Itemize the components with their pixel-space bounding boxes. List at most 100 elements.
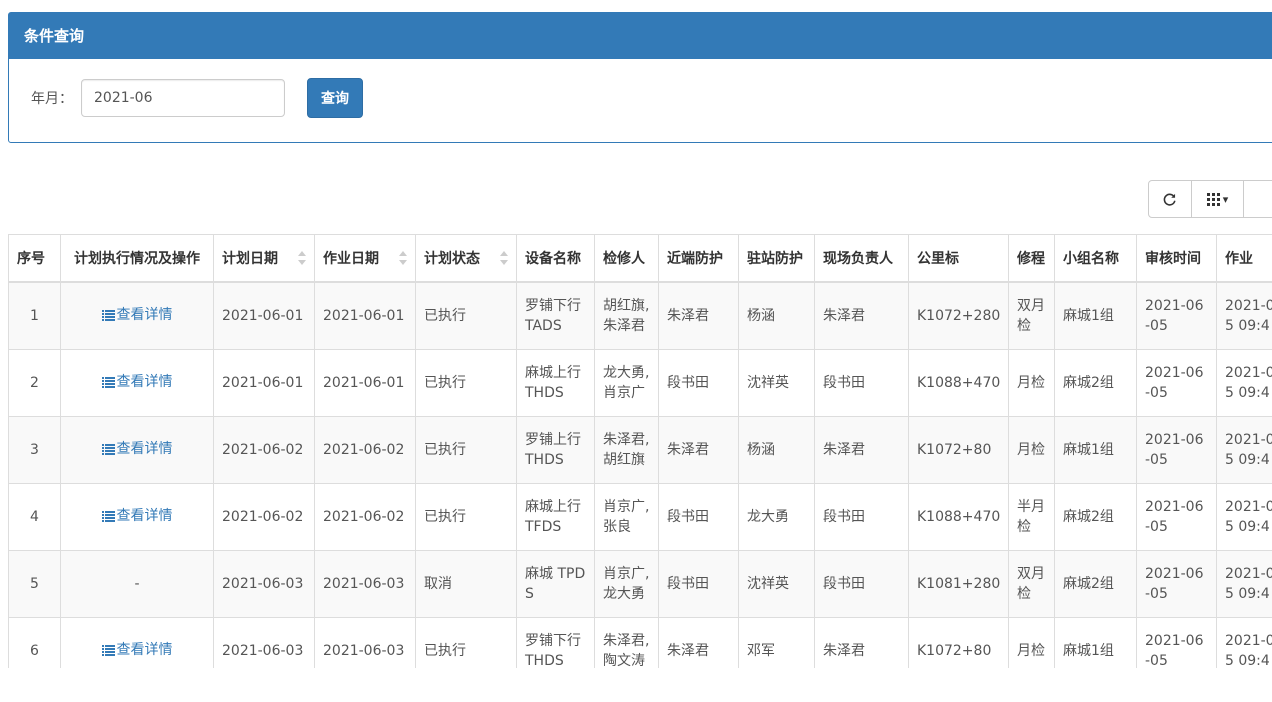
cell-group-name: 麻城1组 — [1054, 617, 1137, 668]
table-toolbar: ▾ — [1148, 180, 1272, 218]
column-header-label: 驻站防护 — [747, 251, 803, 267]
column-header-label: 小组名称 — [1063, 251, 1119, 267]
panel-title: 条件查询 — [9, 13, 1272, 59]
cell-action: 查看详情 — [60, 349, 214, 417]
cell-work-time: 2021-06-05 09:4 — [1216, 349, 1272, 417]
cell-station-guard: 邓军 — [738, 617, 815, 668]
table-body: 1 查看详情 2021-06-01 2021-06-01 已执行 罗铺下行 TADS 胡红旗… — [8, 281, 1272, 668]
refresh-button[interactable] — [1148, 180, 1192, 218]
query-panel: 条件查询 年月： 查询 — [8, 12, 1272, 143]
cell-index: 3 — [8, 416, 61, 484]
list-icon — [101, 309, 115, 321]
cell-site-leader: 段书田 — [814, 550, 909, 618]
cell-audit-time: 2021-06-05 — [1136, 617, 1217, 668]
col-header-station-guard: 驻站防护 — [738, 234, 815, 283]
cell-repair-course: 双月检 — [1008, 550, 1055, 618]
col-header-audit-time: 审核时间 — [1136, 234, 1217, 283]
cell-action: 查看详情 — [60, 617, 214, 668]
cell-repairer: 胡红旗,朱泽君 — [594, 281, 659, 350]
cell-device-name: 麻城上行 THDS — [516, 349, 595, 417]
table-row: 2 查看详情 2021-06-01 2021-06-01 已执行 麻城上行 THDS 龙大勇… — [8, 349, 1272, 417]
cell-work-time: 2021-06-05 09:4 — [1216, 416, 1272, 484]
columns-toggle-button[interactable]: ▾ — [1192, 180, 1244, 218]
cell-near-guard: 朱泽君 — [658, 617, 739, 668]
col-header-work-date[interactable]: 作业日期 — [314, 234, 416, 283]
chevron-down-icon: ▾ — [1222, 192, 1229, 206]
view-details-link[interactable]: 查看详情 — [101, 305, 173, 325]
year-month-label: 年月： — [31, 91, 73, 107]
cell-device-name: 罗铺下行 THDS — [516, 617, 595, 668]
column-header-label: 作业 — [1225, 251, 1253, 267]
col-header-near-guard: 近端防护 — [658, 234, 739, 283]
sort-icon[interactable] — [399, 251, 407, 265]
col-header-repairer: 检修人 — [594, 234, 659, 283]
cell-near-guard: 段书田 — [658, 349, 739, 417]
view-details-link[interactable]: 查看详情 — [101, 640, 173, 660]
sort-icon[interactable] — [500, 251, 508, 265]
cell-repair-course: 月检 — [1008, 416, 1055, 484]
cell-plan-date: 2021-06-02 — [213, 416, 315, 484]
cell-group-name: 麻城1组 — [1054, 281, 1137, 350]
table-row: 4 查看详情 2021-06-02 2021-06-02 已执行 麻城上行 TFDS 肖京广… — [8, 483, 1272, 551]
cell-audit-time: 2021-06-05 — [1136, 550, 1217, 618]
cell-repair-course: 半月检 — [1008, 483, 1055, 551]
column-header-label: 近端防护 — [667, 251, 723, 267]
cell-work-time: 2021-06-05 09:4 — [1216, 483, 1272, 551]
column-header-label: 公里标 — [917, 251, 959, 267]
cell-work-date: 2021-06-01 — [314, 281, 416, 350]
view-details-link[interactable]: 查看详情 — [101, 506, 173, 526]
cell-repairer: 朱泽君,陶文涛 — [594, 617, 659, 668]
cell-work-date: 2021-06-01 — [314, 349, 416, 417]
sort-icon[interactable] — [298, 251, 306, 265]
table-row: 1 查看详情 2021-06-01 2021-06-01 已执行 罗铺下行 TADS 胡红旗… — [8, 281, 1272, 350]
col-header-plan-date[interactable]: 计划日期 — [213, 234, 315, 283]
cell-plan-date: 2021-06-01 — [213, 349, 315, 417]
column-header-label: 计划日期 — [222, 251, 278, 267]
view-details-label: 查看详情 — [116, 441, 173, 458]
cell-device-name: 罗铺上行 THDS — [516, 416, 595, 484]
cell-site-leader: 朱泽君 — [814, 617, 909, 668]
cell-index: 2 — [8, 349, 61, 417]
col-header-repair-course: 修程 — [1008, 234, 1055, 283]
cell-plan-date: 2021-06-03 — [213, 617, 315, 668]
cell-device-name: 麻城上行 TFDS — [516, 483, 595, 551]
column-header-label: 检修人 — [603, 251, 645, 267]
list-icon — [101, 376, 115, 388]
cell-audit-time: 2021-06-05 — [1136, 416, 1217, 484]
col-header-plan-status[interactable]: 计划状态 — [415, 234, 517, 283]
column-header-label: 序号 — [17, 251, 45, 267]
cell-work-date: 2021-06-02 — [314, 483, 416, 551]
cell-repairer: 朱泽君,胡红旗 — [594, 416, 659, 484]
cell-site-leader: 朱泽君 — [814, 281, 909, 350]
cell-near-guard: 朱泽君 — [658, 416, 739, 484]
export-button[interactable] — [1244, 180, 1272, 218]
cell-group-name: 麻城1组 — [1054, 416, 1137, 484]
cell-near-guard: 段书田 — [658, 550, 739, 618]
refresh-icon — [1163, 193, 1176, 206]
cell-station-guard: 沈祥英 — [738, 349, 815, 417]
column-header-label: 计划执行情况及操作 — [74, 251, 200, 267]
cell-kilometer: K1072+80 — [908, 617, 1009, 668]
cell-plan-status: 已执行 — [415, 349, 517, 417]
column-header-label: 修程 — [1017, 251, 1045, 267]
cell-action: 查看详情 — [60, 281, 214, 350]
query-button[interactable]: 查询 — [307, 78, 363, 118]
columns-icon — [1206, 192, 1220, 206]
cell-repair-course: 月检 — [1008, 617, 1055, 668]
cell-near-guard: 段书田 — [658, 483, 739, 551]
cell-index: 1 — [8, 281, 61, 350]
list-icon — [101, 510, 115, 522]
year-month-input[interactable] — [81, 79, 285, 117]
cell-work-date: 2021-06-03 — [314, 550, 416, 618]
cell-kilometer: K1072+80 — [908, 416, 1009, 484]
cell-audit-time: 2021-06-05 — [1136, 281, 1217, 350]
view-details-link[interactable]: 查看详情 — [101, 439, 173, 459]
cell-work-time: 2021-06-05 09:4 — [1216, 550, 1272, 618]
cell-station-guard: 沈祥英 — [738, 550, 815, 618]
table-row: 5-2021-06-03 2021-06-03 取消 麻城 TPDS 肖京广,龙大勇 段书… — [8, 550, 1272, 618]
cell-plan-status: 已执行 — [415, 416, 517, 484]
view-details-link[interactable]: 查看详情 — [101, 372, 173, 392]
list-icon — [101, 443, 115, 455]
cell-plan-date: 2021-06-02 — [213, 483, 315, 551]
cell-kilometer: K1081+280 — [908, 550, 1009, 618]
